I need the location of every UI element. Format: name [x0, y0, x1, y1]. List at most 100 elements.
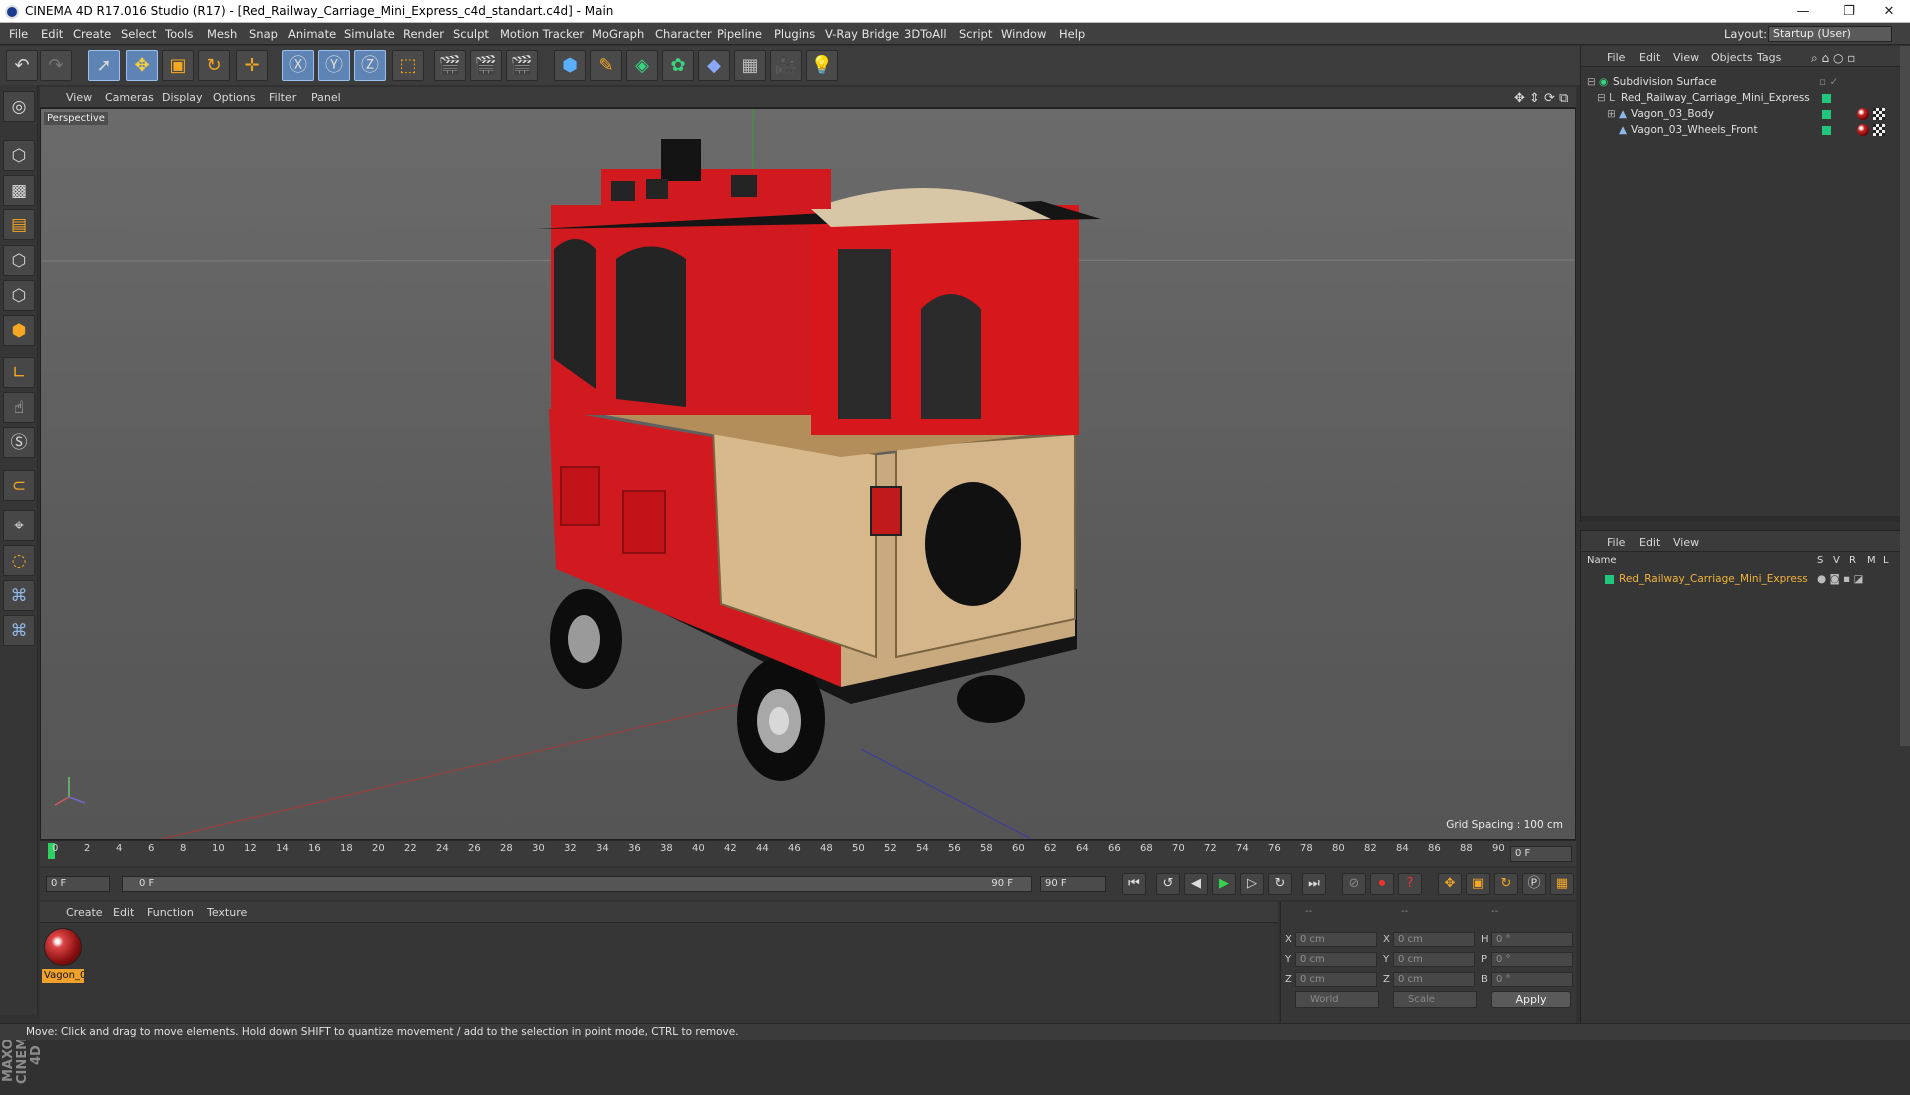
size-x-field[interactable]: 0 cm	[1393, 932, 1475, 947]
object-menu-edit[interactable]: Edit	[1639, 51, 1660, 64]
material-menu-texture[interactable]: Texture	[207, 906, 247, 919]
layer-color-swatch[interactable]	[1822, 126, 1831, 135]
texture-tag-icon[interactable]	[1873, 124, 1885, 136]
end-frame-field[interactable]: 90 F	[1040, 876, 1106, 892]
viewport-menu-display[interactable]: Display	[162, 91, 203, 104]
visibility-dots-icon[interactable]: ▫ ✓	[1819, 74, 1838, 90]
position-y-field[interactable]: 0 cm	[1295, 952, 1377, 967]
next-frame-icon[interactable]: ▷	[1240, 873, 1264, 895]
viewport-menu-options[interactable]: Options	[213, 91, 255, 104]
menu-snap[interactable]: Snap	[249, 27, 278, 41]
coordinate-system-icon[interactable]: ⬚	[392, 50, 424, 81]
layer-toggle-icons[interactable]: ● ◙ ▪ ◪	[1817, 571, 1863, 587]
layer-menu-file[interactable]: File	[1607, 536, 1625, 549]
keyframe-selection-icon[interactable]: ?	[1398, 873, 1422, 895]
subdivision-generator-icon[interactable]: ◈	[626, 50, 658, 81]
menu-window[interactable]: Window	[1001, 27, 1046, 41]
menu-tools[interactable]: Tools	[165, 27, 193, 41]
go-to-start-icon[interactable]: ⏮	[1122, 873, 1146, 895]
y-axis-lock-icon[interactable]: Ⓨ	[318, 50, 350, 81]
object-row-vagon-wheels[interactable]: ▲ Vagon_03_Wheels_Front	[1581, 122, 1910, 138]
key-scale-icon[interactable]: ▣	[1466, 873, 1490, 895]
z-axis-lock-icon[interactable]: Ⓩ	[354, 50, 386, 81]
layer-color-swatch[interactable]	[1822, 94, 1831, 103]
model-mode-icon[interactable]: ⬡	[3, 140, 35, 171]
material-menu-create[interactable]: Create	[66, 906, 103, 919]
texture-tag-icon[interactable]	[1873, 108, 1885, 120]
menu-motion-tracker[interactable]: Motion Tracker	[500, 27, 584, 41]
workplane-lock-icon[interactable]: ⌖	[3, 510, 35, 541]
object-row-subdivision-surface[interactable]: ⊟ ◉ Subdivision Surface ▫ ✓	[1581, 74, 1910, 90]
deformer-icon[interactable]: ◆	[698, 50, 730, 81]
size-y-field[interactable]: 0 cm	[1393, 952, 1475, 967]
rotation-p-field[interactable]: 0 °	[1491, 952, 1573, 967]
object-search-icon[interactable]: ⌕ ⌂ ○ ▫	[1811, 51, 1855, 66]
layer-row[interactable]: Red_Railway_Carriage_Mini_Express ● ◙ ▪ …	[1581, 571, 1910, 587]
object-menu-file[interactable]: File	[1607, 51, 1625, 64]
camera-icon[interactable]: 🎥	[770, 50, 802, 81]
snap-enable-icon[interactable]: Ⓢ	[3, 427, 35, 458]
object-menu-view[interactable]: View	[1673, 51, 1699, 64]
menu-simulate[interactable]: Simulate	[344, 27, 395, 41]
points-mode-icon[interactable]: ⬡	[3, 245, 35, 276]
collapse-toggle-icon[interactable]: ⊟	[1597, 90, 1606, 106]
material-tag-icon[interactable]	[1857, 124, 1869, 136]
undo-icon[interactable]: ↶	[6, 50, 38, 81]
timeline-ruler[interactable]: 0 2 4 6 8 10 12 14 16 18 20 22 24 26 28 30 32 34 36 38 40 42 4…	[40, 840, 1576, 866]
layer-color-swatch[interactable]	[1605, 575, 1614, 584]
material-preview-sphere[interactable]	[44, 928, 82, 966]
rotate-tool-icon[interactable]: ↻	[198, 50, 230, 81]
menu-create[interactable]: Create	[73, 27, 111, 41]
minimize-button[interactable]: —	[1780, 0, 1826, 23]
material-name-label[interactable]: Vagon_0	[42, 969, 84, 983]
layer-color-swatch[interactable]	[1822, 110, 1831, 119]
next-key-icon[interactable]: ↻	[1268, 873, 1292, 895]
rotation-h-field[interactable]: 0 °	[1491, 932, 1573, 947]
object-menu-objects[interactable]: Objects	[1711, 51, 1753, 64]
render-picture-viewer-icon[interactable]: 🎬	[470, 50, 502, 81]
key-pla-icon[interactable]: ▦	[1550, 873, 1574, 895]
object-row-carriage[interactable]: ⊟ L Red_Railway_Carriage_Mini_Express	[1581, 90, 1910, 106]
cloner-icon[interactable]: ✿	[662, 50, 694, 81]
viewport-menu-view[interactable]: View	[66, 91, 92, 104]
viewport-navigation-icons[interactable]: ✥ ⇕ ⟳ ⧉	[1514, 91, 1568, 106]
menu-sculpt[interactable]: Sculpt	[453, 27, 489, 41]
play-icon[interactable]: ▶	[1212, 873, 1236, 895]
workplane-mode-icon[interactable]: ▤	[3, 209, 35, 240]
menu-vray-bridge[interactable]: V-Ray Bridge	[825, 27, 899, 41]
light-icon[interactable]: 💡	[806, 50, 838, 81]
expand-toggle-icon[interactable]: ⊞	[1607, 106, 1616, 122]
key-parameter-icon[interactable]: Ⓟ	[1522, 873, 1546, 895]
edges-mode-icon[interactable]: ⬡	[3, 280, 35, 311]
material-tag-icon[interactable]	[1857, 108, 1869, 120]
previous-key-icon[interactable]: ↺	[1156, 873, 1180, 895]
menu-help[interactable]: Help	[1059, 27, 1085, 41]
menu-select[interactable]: Select	[121, 27, 156, 41]
frame-range-slider[interactable]: 0 F 90 F	[122, 876, 1032, 892]
position-x-field[interactable]: 0 cm	[1295, 932, 1377, 947]
layout-dropdown[interactable]: Startup (User)	[1768, 26, 1892, 42]
make-editable-icon[interactable]: ◎	[3, 91, 35, 122]
solo-mode-icon[interactable]: ◌	[3, 545, 35, 576]
x-axis-lock-icon[interactable]: Ⓧ	[282, 50, 314, 81]
material-menu-edit[interactable]: Edit	[113, 906, 134, 919]
menu-pipeline[interactable]: Pipeline	[717, 27, 762, 41]
menu-edit[interactable]: Edit	[41, 27, 63, 41]
previous-frame-icon[interactable]: ◀	[1184, 873, 1208, 895]
move-tool-icon[interactable]: ✥	[126, 50, 158, 81]
menu-plugins[interactable]: Plugins	[774, 27, 815, 41]
collapse-toggle-icon[interactable]: ⊟	[1587, 74, 1596, 90]
autokey-icon[interactable]: ⏺	[1370, 873, 1394, 895]
start-frame-field[interactable]: 0 F	[46, 876, 110, 892]
redo-icon[interactable]: ↷	[40, 50, 72, 81]
axis-mode-icon[interactable]: ∟	[3, 357, 35, 388]
viewport-menu-cameras[interactable]: Cameras	[105, 91, 154, 104]
viewport-menu-filter[interactable]: Filter	[269, 91, 296, 104]
object-manager-scrollbar[interactable]	[1581, 516, 1910, 522]
menu-file[interactable]: File	[9, 27, 28, 41]
layer-menu-view[interactable]: View	[1673, 536, 1699, 549]
magnet-icon[interactable]: ⊂	[3, 470, 35, 501]
python-script-1-icon[interactable]: ⌘	[3, 580, 35, 611]
rotation-b-field[interactable]: 0 °	[1491, 972, 1573, 987]
viewport-menu-panel[interactable]: Panel	[311, 91, 341, 104]
